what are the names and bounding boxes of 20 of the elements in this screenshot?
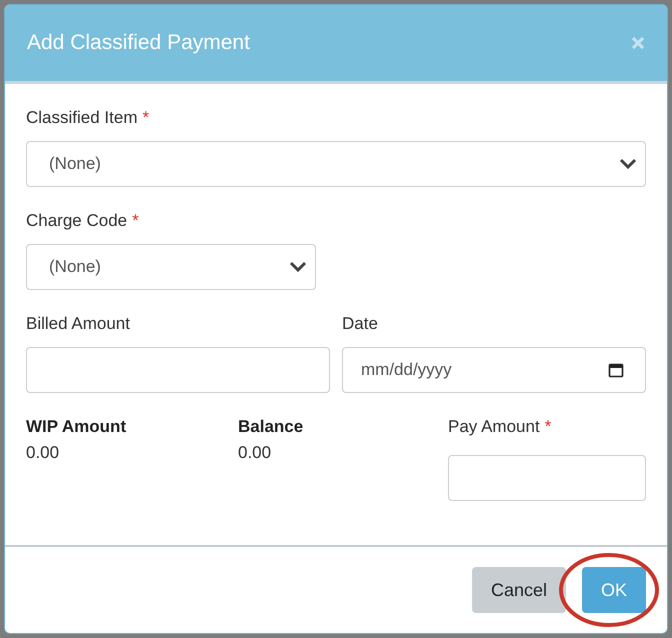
field-label: Charge Code * (26, 211, 140, 231)
select-field[interactable]: (None) (26, 244, 316, 290)
cancel-button[interactable]: Cancel (472, 567, 566, 613)
chevron-icon (289, 261, 307, 273)
field-label: Balance (238, 417, 304, 437)
field-label: Classified Item * (26, 108, 150, 128)
field-label: Billed Amount (26, 314, 131, 334)
field-value: 0.00 (26, 443, 60, 463)
input-field[interactable] (448, 455, 646, 501)
field-label: Pay Amount * (448, 417, 552, 437)
field-label: Date (342, 314, 379, 334)
field-label: WIP Amount (26, 417, 128, 437)
input-field[interactable] (26, 347, 330, 393)
select-field[interactable]: (None) (26, 141, 646, 187)
chevron-icon (619, 158, 637, 170)
calendar-icon (608, 362, 624, 378)
field-value: 0.00 (238, 443, 272, 463)
date-field[interactable]: mm/dd/yyyy (342, 347, 646, 393)
close-icon[interactable] (631, 36, 645, 50)
dialog-title: Add Classified Payment (27, 31, 250, 55)
